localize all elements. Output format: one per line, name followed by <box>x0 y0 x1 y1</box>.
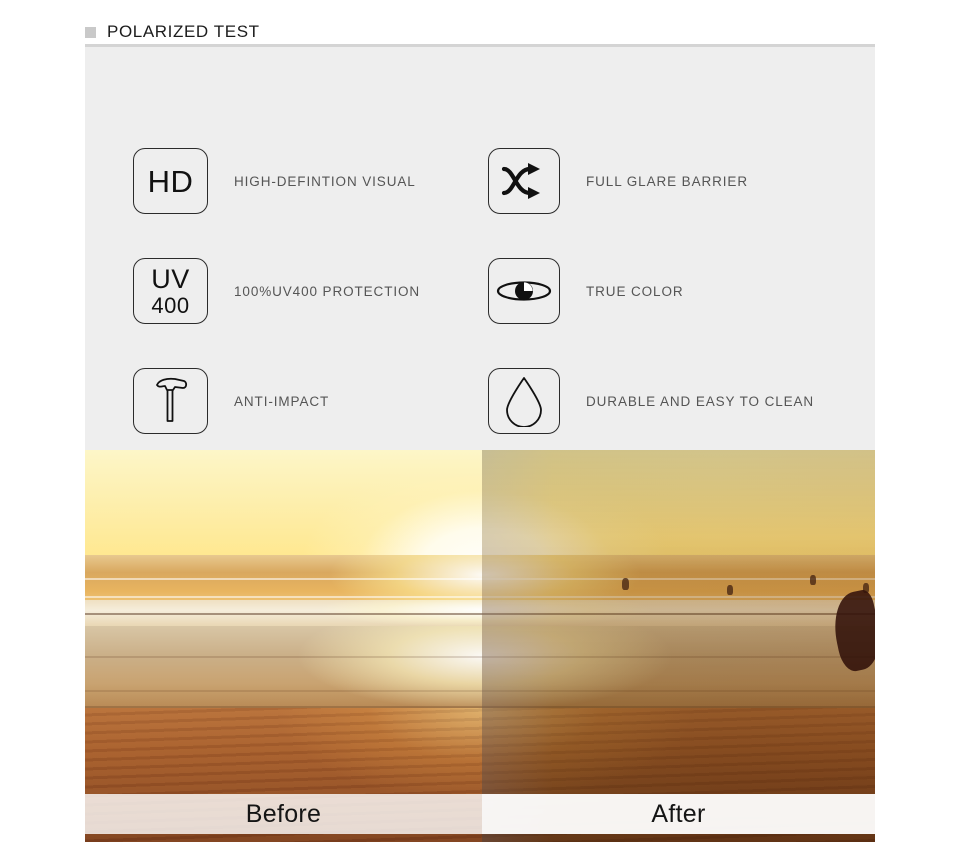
feature-item-anti-impact: ANTI-IMPACT <box>133 368 329 434</box>
square-bullet-icon <box>85 26 96 38</box>
uv400-icon: UV 400 <box>133 258 208 324</box>
feature-label-durable: DURABLE AND EASY TO CLEAN <box>586 393 815 409</box>
feature-label-uv400: 100%UV400 PROTECTION <box>234 283 421 299</box>
photo-polarized-overlay <box>482 450 875 842</box>
uv-icon-label-top: UV <box>151 263 190 294</box>
feature-item-glare: FULL GLARE BARRIER <box>488 148 748 214</box>
page-title: POLARIZED TEST <box>107 22 260 41</box>
feature-item-true-color: TRUE COLOR <box>488 258 684 324</box>
feature-item-hd: HD HIGH-DEFINTION VISUAL <box>133 148 416 214</box>
hd-icon: HD <box>133 148 208 214</box>
after-label: After <box>651 800 706 828</box>
feature-item-uv400: UV 400 100%UV400 PROTECTION <box>133 258 420 324</box>
eye-icon <box>488 258 560 324</box>
before-after-photo: Before After <box>85 450 875 842</box>
photo-scene: Before After <box>85 450 875 842</box>
feature-label-hd: HIGH-DEFINTION VISUAL <box>234 173 416 189</box>
feature-label-true-color: TRUE COLOR <box>586 283 684 299</box>
feature-label-glare: FULL GLARE BARRIER <box>586 173 748 189</box>
feature-grid: HD HIGH-DEFINTION VISUAL FULL GLARE BARR… <box>85 47 875 450</box>
polarized-test-page: POLARIZED TEST HD HIGH-DEFINTION VISUAL <box>0 0 960 857</box>
before-label: Before <box>245 800 322 828</box>
hammer-icon <box>133 368 208 434</box>
page-header: POLARIZED TEST <box>85 22 260 42</box>
feature-item-durable: DURABLE AND EASY TO CLEAN <box>488 368 814 434</box>
hd-icon-label: HD <box>147 163 194 199</box>
water-drop-icon <box>488 368 560 434</box>
feature-panel: HD HIGH-DEFINTION VISUAL FULL GLARE BARR… <box>85 47 875 450</box>
uv-icon-label-bottom: 400 <box>151 292 190 318</box>
feature-label-anti-impact: ANTI-IMPACT <box>234 393 330 409</box>
shuffle-arrows-icon <box>488 148 560 214</box>
